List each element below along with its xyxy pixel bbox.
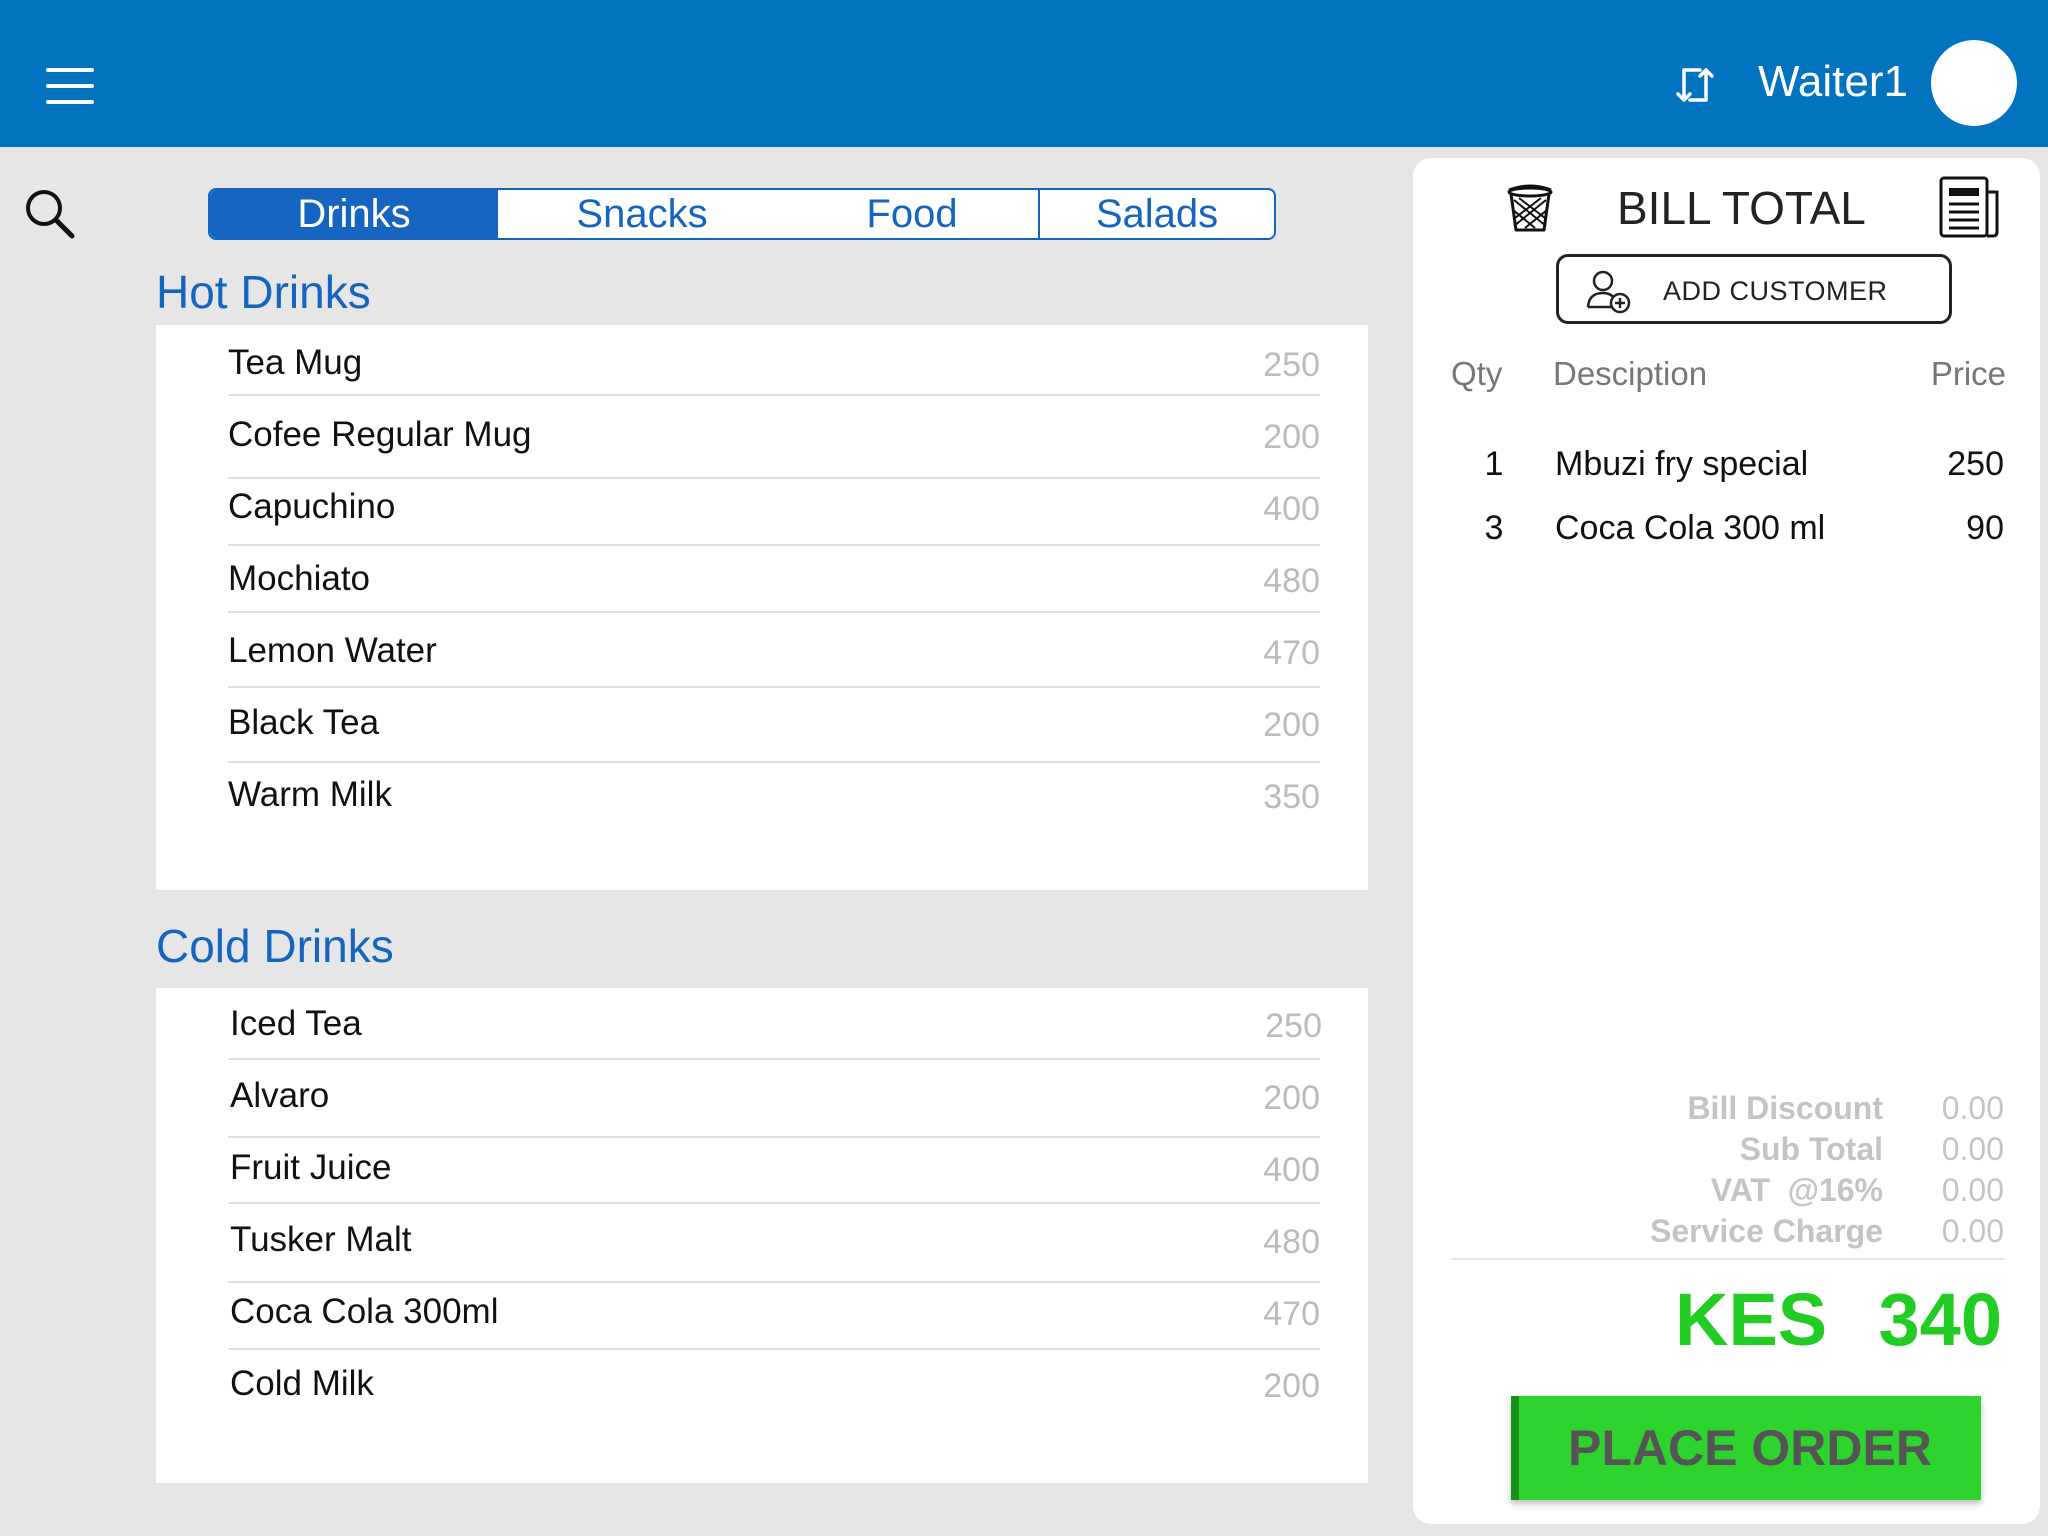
user-name: Waiter1 [1758,57,1908,106]
top-bar: Waiter1 [0,0,2048,147]
item-price: 200 [1263,1079,1320,1117]
item-price: 480 [1263,562,1320,600]
item-price: 250 [1265,1007,1322,1045]
item-price: 400 [1263,490,1320,528]
summary-service-charge: Service Charge 0.00 [1413,1211,2040,1251]
category-tabs: Drinks Snacks Food Salads [208,188,1276,240]
column-header-qty: Qty [1451,355,1503,392]
summary-label: Service Charge [1649,1213,1883,1249]
row-divider [228,611,1320,613]
bill-line-price: 250 [1947,445,2004,483]
menu-item[interactable]: Lemon Water 470 [228,629,1320,701]
item-name: Tusker Malt [230,1220,412,1259]
place-order-button[interactable]: PLACE ORDER [1511,1396,1981,1500]
summary-vat: VAT @16% 0.00 [1413,1170,2040,1210]
search-icon[interactable] [22,186,78,242]
bill-line-qty: 1 [1484,445,1504,483]
menu-item[interactable]: Coca Cola 300ml 470 [230,1290,1320,1362]
row-divider [228,1058,1320,1060]
item-name: Alvaro [230,1076,330,1115]
summary-value: 0.00 [1941,1131,2004,1167]
item-name: Warm Milk [228,775,392,814]
item-price: 480 [1263,1223,1320,1261]
menu-item[interactable]: Fruit Juice 400 [230,1146,1320,1218]
menu-item[interactable]: Iced Tea 250 [230,1002,1322,1074]
row-divider [228,761,1320,763]
menu-item[interactable]: Warm Milk 350 [228,773,1320,845]
bill-line-description: Coca Cola 300 ml [1555,509,1826,547]
bill-title: BILL TOTAL [1617,182,1866,234]
menu-item[interactable]: Mochiato 480 [228,557,1320,629]
avatar[interactable] [1931,40,2017,126]
row-divider [228,1202,1320,1204]
summary-label: VAT @16% [1710,1172,1883,1208]
item-name: Capuchino [228,487,396,526]
item-name: Black Tea [228,703,380,742]
bill-line-description: Mbuzi fry special [1555,445,1809,483]
item-name: Lemon Water [228,631,437,670]
item-price: 200 [1263,706,1320,744]
add-user-icon [1586,270,1631,314]
bill-line[interactable]: 1 Mbuzi fry special 250 [1413,442,2040,492]
item-name: Coca Cola 300ml [230,1292,499,1331]
row-divider [228,544,1320,546]
item-name: Cofee Regular Mug [228,415,532,454]
tab-salads[interactable]: Salads [1038,190,1274,238]
summary-value: 0.00 [1941,1213,2004,1249]
item-price: 470 [1263,1295,1320,1333]
item-price: 470 [1263,634,1320,672]
item-name: Mochiato [228,559,371,598]
section-title-cold-drinks: Cold Drinks [156,920,394,972]
item-name: Cold Milk [230,1364,374,1403]
row-divider [228,477,1320,479]
summary-label: Sub Total [1739,1131,1883,1167]
total-amount: 340 [1878,1278,2002,1361]
item-name: Iced Tea [230,1004,362,1043]
bill-line-price: 90 [1966,509,2004,547]
trash-icon[interactable] [1505,180,1555,234]
tab-drinks[interactable]: Drinks [210,190,498,238]
sync-icon[interactable] [1670,60,1720,110]
bill-line-qty: 3 [1484,509,1504,547]
row-divider [228,1136,1320,1138]
add-customer-button[interactable]: ADD CUSTOMER [1556,254,1952,324]
menu-icon[interactable] [46,68,94,104]
item-price: 200 [1263,418,1320,456]
menu-item[interactable]: Cofee Regular Mug 200 [228,413,1320,485]
menu-item[interactable]: Capuchino 400 [228,485,1320,557]
menu-item[interactable]: Tusker Malt 480 [230,1218,1320,1290]
column-header-description: Desciption [1553,355,1708,392]
item-name: Fruit Juice [230,1148,392,1187]
bill-line[interactable]: 3 Coca Cola 300 ml 90 [1413,506,2040,556]
bill-panel: BILL TOTAL ADD CUSTOMER Qty Desciption P… [1413,158,2040,1524]
summary-label: Bill Discount [1687,1090,1883,1126]
item-price: 400 [1263,1151,1320,1189]
add-customer-label: ADD CUSTOMER [1663,276,1888,306]
item-price: 350 [1263,778,1320,816]
item-price: 250 [1263,346,1320,384]
cold-drinks-panel: Iced Tea 250 Alvaro 200 Fruit Juice 400 … [156,988,1368,1483]
item-name: Tea Mug [228,343,363,382]
column-header-price: Price [1930,355,2006,392]
summary-divider [1451,1258,2005,1260]
menu-item[interactable]: Cold Milk 200 [230,1362,1320,1434]
menu-item[interactable]: Tea Mug 250 [228,341,1320,413]
tab-snacks[interactable]: Snacks [498,190,786,238]
row-divider [228,1348,1320,1350]
row-divider [228,686,1320,688]
summary-sub-total: Sub Total 0.00 [1413,1129,2040,1169]
item-price: 200 [1263,1367,1320,1405]
tab-food[interactable]: Food [786,190,1038,238]
row-divider [228,394,1320,396]
total-currency: KES [1675,1278,1828,1361]
summary-value: 0.00 [1941,1172,2004,1208]
summary-bill-discount: Bill Discount 0.00 [1413,1088,2040,1128]
row-divider [228,1281,1320,1283]
section-title-hot-drinks: Hot Drinks [156,266,371,318]
hot-drinks-panel: Tea Mug 250 Cofee Regular Mug 200 Capuch… [156,325,1368,890]
receipt-icon[interactable] [1937,174,2003,240]
summary-value: 0.00 [1941,1090,2004,1126]
